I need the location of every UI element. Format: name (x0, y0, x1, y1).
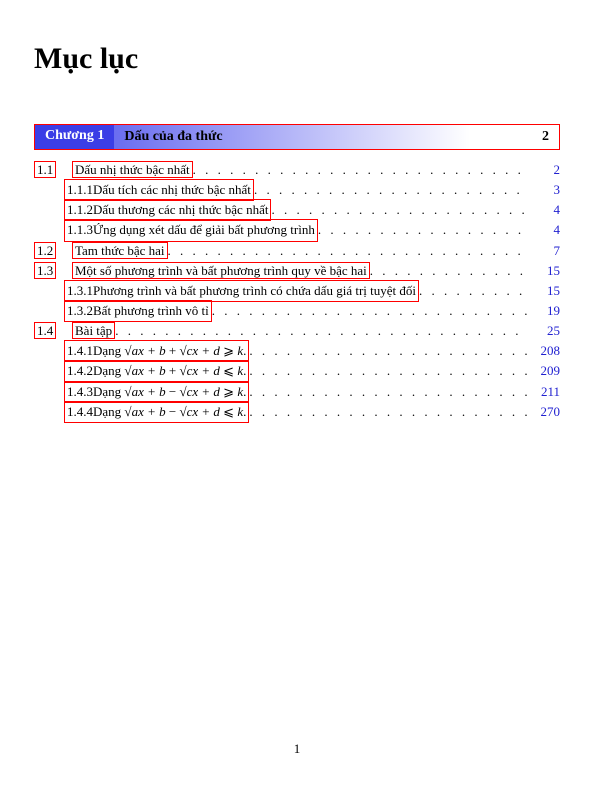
table-of-contents: 1.1Dấu nhị thức bậc nhất21.1.1Dấu tích c… (34, 160, 560, 422)
entry-title: Dạng √ax + b + √cx + d ⩾ k. (93, 343, 246, 358)
entry-title: Tam thức bậc hai (72, 241, 168, 261)
toc-subsection[interactable]: 1.4.1Dạng √ax + b + √cx + d ⩾ k. 208 (34, 341, 560, 361)
section-number: 1.3 (34, 261, 72, 281)
entry-page: 3 (528, 180, 560, 200)
toc-subsection[interactable]: 1.1.1Dấu tích các nhị thức bậc nhất 3 (34, 180, 560, 200)
entry-page: 211 (528, 382, 560, 402)
dot-leader (249, 382, 528, 402)
toc-subsection[interactable]: 1.4.2Dạng √ax + b + √cx + d ⩽ k. 209 (34, 361, 560, 381)
entry-page: 209 (528, 361, 560, 381)
entry-title: Một số phương trình và bất phương trình … (72, 261, 370, 281)
toc-section[interactable]: 1.4Bài tập 25 (34, 321, 560, 341)
entry-title: Dấu tích các nhị thức bậc nhất (93, 182, 251, 197)
subsection-number: 1.1.3 (67, 220, 93, 240)
toc-subsection[interactable]: 1.1.3Ứng dụng xét dấu để giải bất phương… (34, 220, 560, 240)
entry-page: 208 (528, 341, 560, 361)
section-number: 1.2 (34, 241, 72, 261)
entry-title: Bài tập (72, 321, 115, 341)
subsection-entry: 1.4.3Dạng √ax + b − √cx + d ⩾ k. (64, 381, 249, 403)
entry-page: 19 (528, 301, 560, 321)
entry-page: 7 (528, 241, 560, 261)
subsection-entry: 1.4.2Dạng √ax + b + √cx + d ⩽ k. (64, 360, 249, 382)
subsection-number: 1.3.2 (67, 301, 93, 321)
entry-title: Phương trình và bất phương trình có chứa… (93, 283, 416, 298)
dot-leader (212, 301, 528, 321)
dot-leader (370, 261, 528, 281)
entry-page: 25 (528, 321, 560, 341)
subsection-number: 1.4.4 (67, 402, 93, 422)
chapter-page: 2 (542, 129, 549, 145)
dot-leader (318, 220, 528, 240)
entry-title: Bất phương trình vô tỉ (93, 303, 209, 318)
dot-leader (249, 341, 528, 361)
toc-subsection[interactable]: 1.3.2Bất phương trình vô tỉ 19 (34, 301, 560, 321)
subsection-entry: 1.3.1Phương trình và bất phương trình có… (64, 280, 419, 302)
entry-title: Dạng √ax + b − √cx + d ⩾ k. (93, 384, 246, 399)
entry-page: 4 (528, 200, 560, 220)
dot-leader (271, 200, 528, 220)
toc-section[interactable]: 1.1Dấu nhị thức bậc nhất 2 (34, 160, 560, 180)
subsection-entry: 1.1.2Dấu thương các nhị thức bậc nhất (64, 199, 271, 221)
subsection-entry: 1.4.4Dạng √ax + b − √cx + d ⩽ k. (64, 401, 249, 423)
subsection-entry: 1.1.1Dấu tích các nhị thức bậc nhất (64, 179, 254, 201)
page-number: 1 (0, 741, 594, 757)
subsection-entry: 1.1.3Ứng dụng xét dấu để giải bất phương… (64, 219, 318, 241)
toc-section[interactable]: 1.2Tam thức bậc hai 7 (34, 241, 560, 261)
entry-title: Dấu thương các nhị thức bậc nhất (93, 202, 268, 217)
section-number: 1.1 (34, 160, 72, 180)
dot-leader (168, 241, 528, 261)
toc-section[interactable]: 1.3Một số phương trình và bất phương trì… (34, 261, 560, 281)
entry-title: Dấu nhị thức bậc nhất (72, 160, 193, 180)
subsection-number: 1.4.1 (67, 341, 93, 361)
entry-page: 270 (528, 402, 560, 422)
dot-leader (254, 180, 528, 200)
subsection-number: 1.3.1 (67, 281, 93, 301)
entry-title: Dạng √ax + b − √cx + d ⩽ k. (93, 404, 246, 419)
entry-page: 15 (528, 281, 560, 301)
section-number: 1.4 (34, 321, 72, 341)
entry-page: 2 (528, 160, 560, 180)
entry-page: 4 (528, 220, 560, 240)
chapter-label: Chương 1 (35, 125, 114, 149)
subsection-number: 1.1.2 (67, 200, 93, 220)
dot-leader (193, 160, 528, 180)
entry-title: Dạng √ax + b + √cx + d ⩽ k. (93, 363, 246, 378)
chapter-header: Chương 1 Dấu của đa thức 2 (34, 124, 560, 150)
dot-leader (419, 281, 528, 301)
toc-subsection[interactable]: 1.4.4Dạng √ax + b − √cx + d ⩽ k. 270 (34, 402, 560, 422)
chapter-title: Dấu của đa thức (124, 129, 222, 145)
toc-subsection[interactable]: 1.3.1Phương trình và bất phương trình có… (34, 281, 560, 301)
entry-title: Ứng dụng xét dấu để giải bất phương trìn… (93, 222, 315, 237)
subsection-entry: 1.4.1Dạng √ax + b + √cx + d ⩾ k. (64, 340, 249, 362)
subsection-number: 1.4.2 (67, 361, 93, 381)
dot-leader (249, 361, 528, 381)
toc-subsection[interactable]: 1.4.3Dạng √ax + b − √cx + d ⩾ k. 211 (34, 382, 560, 402)
page-title: Mục lục (34, 42, 560, 76)
subsection-number: 1.1.1 (67, 180, 93, 200)
chapter-title-wrap: Dấu của đa thức 2 (114, 125, 559, 149)
subsection-entry: 1.3.2Bất phương trình vô tỉ (64, 300, 212, 322)
dot-leader (115, 321, 528, 341)
dot-leader (249, 402, 528, 422)
entry-page: 15 (528, 261, 560, 281)
toc-subsection[interactable]: 1.1.2Dấu thương các nhị thức bậc nhất 4 (34, 200, 560, 220)
subsection-number: 1.4.3 (67, 382, 93, 402)
